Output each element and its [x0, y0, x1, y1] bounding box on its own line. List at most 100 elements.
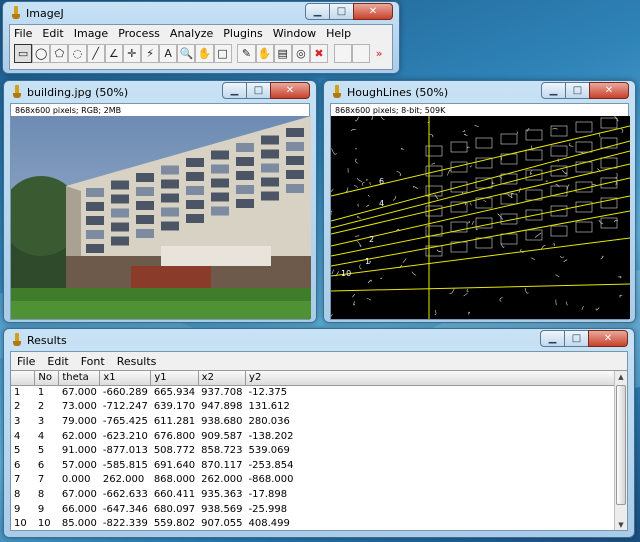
hand-tool-icon[interactable]: ✋ [195, 43, 214, 63]
text-tool-icon[interactable]: A [159, 43, 178, 63]
menu-file[interactable]: File [17, 355, 35, 368]
table-cell: 85.000 [61, 518, 97, 530]
table-cell: 9 [14, 503, 21, 515]
table-row[interactable]: 9 9 66.000 -647.346 680.097 938.569 -25.998 [11, 502, 627, 517]
close-button[interactable]: ✕ [589, 82, 629, 99]
polygon-tool-icon[interactable]: ⬠ [50, 43, 69, 63]
target-tool-icon[interactable]: ◎ [291, 43, 310, 63]
results-table-area[interactable]: No theta x1 y1 x2 y2 1 1 67.000 -660.289 665… [11, 370, 627, 530]
scroll-up-arrow-icon[interactable]: ▲ [615, 371, 627, 383]
column-header[interactable]: No [34, 371, 60, 386]
close-button[interactable]: ✕ [588, 330, 628, 347]
building-window [111, 222, 129, 232]
column-header[interactable]: theta [58, 371, 101, 386]
menu-window[interactable]: Window [273, 27, 316, 40]
menu-file[interactable]: File [14, 27, 32, 40]
column-header[interactable]: y2 [245, 371, 627, 386]
menu-edit[interactable]: Edit [42, 27, 63, 40]
title-bar[interactable]: HoughLines (50%) ▁ □ ✕ [330, 81, 629, 103]
results-window[interactable]: Results ▁ □ ✕ File Edit Font Results No … [3, 328, 635, 538]
line-label: 4 [379, 199, 384, 208]
stop-tool-icon[interactable]: ✖ [309, 43, 329, 63]
building-window [186, 200, 204, 209]
more-tools-icon[interactable]: » [370, 44, 388, 63]
scrollbar-thumb[interactable] [616, 385, 626, 505]
menu-results[interactable]: Results [117, 355, 157, 368]
building-window [236, 171, 254, 180]
histogram-tool-icon[interactable]: ▤ [273, 43, 292, 63]
close-button[interactable]: ✕ [270, 82, 310, 99]
pencil-tool-icon[interactable]: ✎ [237, 43, 256, 63]
menu-plugins[interactable]: Plugins [223, 27, 262, 40]
table-row[interactable]: 4 4 62.000 -623.210 676.800 909.587 -138.202 [11, 429, 627, 444]
table-cell: 262.000 [201, 474, 243, 486]
menu-process[interactable]: Process [118, 27, 160, 40]
table-row[interactable]: 10 10 85.000 -822.339 559.802 907.055 408.499 [11, 516, 627, 530]
table-cell: 262.000 [102, 474, 145, 486]
minimize-button[interactable]: ▁ [540, 330, 565, 347]
imagej-microscope-icon [12, 333, 22, 347]
title-bar[interactable]: ImageJ ▁ □ ✕ [9, 2, 393, 24]
menu-edit[interactable]: Edit [47, 355, 68, 368]
angle-tool-icon[interactable]: ∠ [104, 43, 123, 63]
hough-lines-window[interactable]: HoughLines (50%) ▁ □ ✕ 868x600 pixels; 8… [323, 80, 636, 323]
menu-help[interactable]: Help [326, 27, 351, 40]
table-cell: -662.633 [102, 488, 148, 500]
building-image-window[interactable]: building.jpg (50%) ▁ □ ✕ 868x600 pixels;… [3, 80, 317, 323]
maximize-button[interactable]: □ [565, 82, 590, 99]
title-bar[interactable]: Results ▁ □ ✕ [10, 329, 628, 351]
building-window [186, 214, 204, 223]
table-row[interactable]: 2 2 73.000 -712.247 639.170 947.898 131.612 [11, 400, 627, 415]
hough-lines-canvas[interactable]: 6 4 2 1 10 [331, 116, 630, 319]
rectangle-tool-icon[interactable]: ▭ [14, 43, 33, 63]
minimize-button[interactable]: ▁ [541, 82, 566, 99]
table-row[interactable]: 5 5 91.000 -877.013 508.772 858.723 539.069 [11, 443, 627, 458]
brush-tool-icon[interactable]: ✋ [255, 43, 274, 63]
table-cell: 639.170 [153, 401, 196, 413]
menu-analyze[interactable]: Analyze [170, 27, 213, 40]
building-window [111, 236, 129, 246]
color-picker-tool-icon[interactable]: □ [213, 43, 232, 63]
maximize-button[interactable]: □ [564, 330, 589, 347]
imagej-main-window[interactable]: ImageJ ▁ □ ✕ File Edit Image Process Ana… [2, 1, 400, 74]
table-row[interactable]: 6 6 57.000 -585.815 691.640 870.117 -253.854 [11, 458, 627, 473]
column-header[interactable]: x1 [99, 371, 152, 386]
maximize-button[interactable]: □ [246, 82, 271, 99]
table-cell: 868.000 [153, 474, 196, 486]
minimize-button[interactable]: ▁ [222, 82, 247, 99]
table-row[interactable]: 3 3 79.000 -765.425 611.281 938.680 280.036 [11, 414, 627, 429]
table-cell: 665.934 [153, 387, 196, 399]
hough-lines-graphic: 6 4 2 1 10 [331, 116, 630, 319]
title-bar[interactable]: building.jpg (50%) ▁ □ ✕ [10, 81, 310, 103]
building-window [261, 149, 279, 159]
table-cell: 4 [37, 430, 45, 442]
magnifier-tool-icon[interactable]: 🔍 [177, 43, 196, 63]
freehand-tool-icon[interactable]: ◌ [68, 43, 87, 63]
table-cell: 79.000 [61, 415, 97, 427]
minimize-button[interactable]: ▁ [305, 3, 330, 20]
column-header[interactable]: y1 [150, 371, 199, 386]
building-window [261, 177, 279, 187]
menu-font[interactable]: Font [81, 355, 105, 368]
oval-tool-icon[interactable]: ◯ [32, 43, 51, 63]
point-tool-icon[interactable]: ✛ [122, 43, 141, 63]
column-header[interactable] [11, 371, 36, 386]
line-tool-icon[interactable]: ╱ [86, 43, 105, 63]
table-row[interactable]: 7 7 0.000 262.000 868.000 262.000 -868.000 [11, 473, 627, 488]
table-row[interactable]: 1 1 67.000 -660.289 665.934 937.708 -12.375 [11, 385, 627, 400]
building-photo[interactable] [11, 116, 311, 319]
empty-tool-slot[interactable] [351, 43, 371, 63]
vertical-scrollbar[interactable]: ▲ ▼ [614, 371, 627, 530]
window-title: ImageJ [26, 6, 64, 20]
scroll-down-arrow-icon[interactable]: ▼ [615, 519, 627, 530]
close-button[interactable]: ✕ [353, 3, 393, 20]
building-window [86, 244, 104, 253]
empty-tool-slot[interactable] [333, 43, 352, 63]
table-row[interactable]: 8 8 67.000 -662.633 660.411 935.363 -17.898 [11, 487, 627, 502]
menu-image[interactable]: Image [74, 27, 108, 40]
column-header[interactable]: x2 [198, 371, 247, 386]
wand-tool-icon[interactable]: ⚡ [140, 43, 160, 63]
table-cell: -585.815 [102, 459, 148, 471]
maximize-button[interactable]: □ [329, 3, 354, 20]
table-cell: -765.425 [102, 415, 148, 427]
